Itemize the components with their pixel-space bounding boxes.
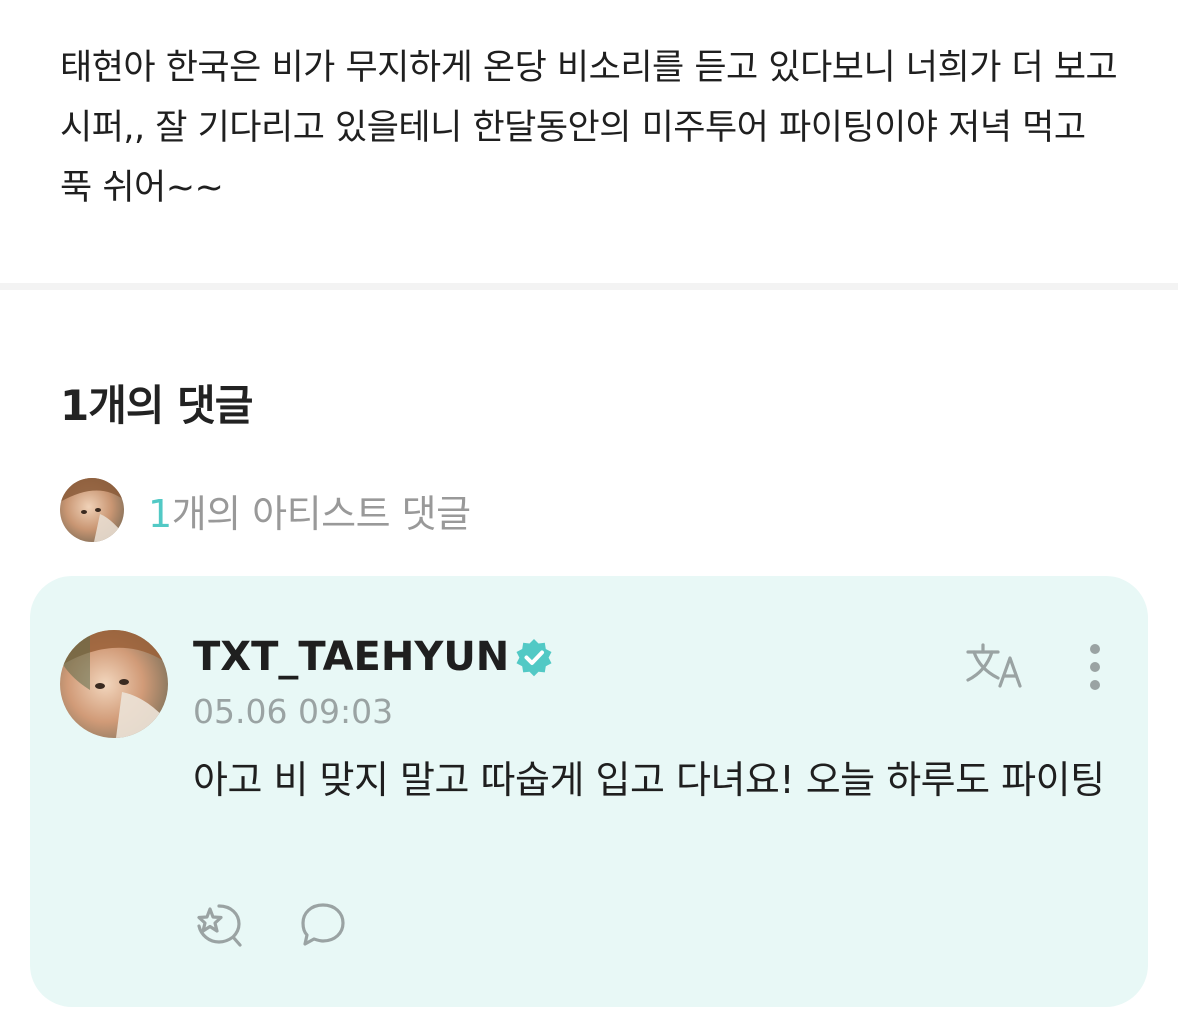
more-vertical-icon xyxy=(1090,644,1100,690)
artist-comment-count: 1 xyxy=(148,491,172,536)
comment-author-name[interactable]: TXT_TAEHYUN xyxy=(193,634,509,680)
translate-icon xyxy=(966,643,1022,688)
like-icon xyxy=(197,904,242,947)
more-options-button[interactable] xyxy=(1082,642,1108,692)
section-divider xyxy=(0,283,1178,290)
comment-timestamp: 05.06 09:03 xyxy=(193,692,394,731)
comments-count-heading: 1개의 댓글 xyxy=(60,381,253,430)
reply-button[interactable] xyxy=(298,900,348,950)
like-button[interactable] xyxy=(193,900,249,950)
comment-author-avatar[interactable] xyxy=(60,630,168,738)
artist-avatar xyxy=(60,478,124,542)
artist-comment-card: TXT_TAEHYUN 05.06 09:03 아고 비 맞지 말고 따숩게 입… xyxy=(30,576,1148,1007)
reply-bubble-icon xyxy=(301,903,345,946)
artist-comments-toggle[interactable]: 1개의 아티스트 댓글 xyxy=(60,478,471,542)
comment-body-text: 아고 비 맞지 말고 따숩게 입고 다녀요! 오늘 하루도 파이팅 xyxy=(193,758,1105,802)
artist-comment-label: 개의 아티스트 댓글 xyxy=(171,491,471,536)
verified-badge-icon xyxy=(513,636,555,678)
translate-button[interactable] xyxy=(964,640,1028,690)
post-body-text: 태현아 한국은 비가 무지하게 온당 비소리를 듣고 있다보니 너희가 더 보고… xyxy=(60,48,1118,208)
